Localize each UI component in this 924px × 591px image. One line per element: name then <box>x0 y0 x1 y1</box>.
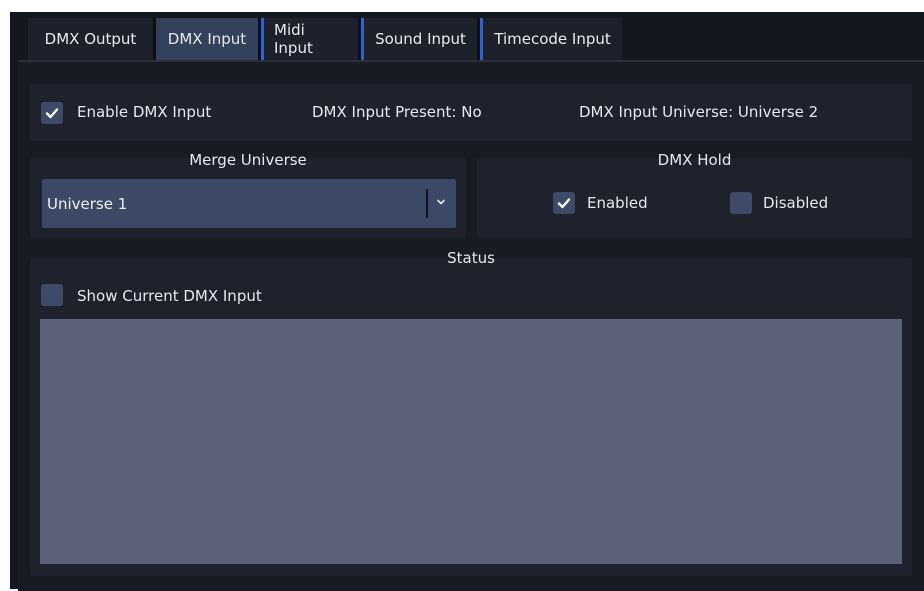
dmx-hold-disabled-label[interactable]: Disabled <box>763 194 828 212</box>
dmx-input-universe-text: DMX Input Universe: Universe 2 <box>579 103 819 121</box>
chevron-down-icon <box>437 199 445 205</box>
dmx-hold-enabled-label[interactable]: Enabled <box>587 194 648 212</box>
status-group: Status Show Current DMX Input <box>30 249 912 576</box>
enable-row: Enable DMX Input DMX Input Present: No D… <box>30 84 912 141</box>
dmx-hold-enabled-checkbox[interactable] <box>553 192 575 214</box>
dmx-hold-title: DMX Hold <box>657 151 732 169</box>
merge-universe-title: Merge Universe <box>189 151 307 169</box>
dmx-hold-group: DMX Hold Enabled Disabled <box>477 151 912 238</box>
merge-universe-value: Universe 1 <box>47 195 128 213</box>
combo-separator <box>426 189 428 218</box>
enable-dmx-input-label[interactable]: Enable DMX Input <box>77 103 211 121</box>
enable-dmx-input-checkbox[interactable] <box>41 102 63 124</box>
check-icon <box>45 108 59 119</box>
dmx-input-present-text: DMX Input Present: No <box>312 103 482 121</box>
check-icon <box>557 198 571 209</box>
dmx-hold-disabled-checkbox[interactable] <box>730 192 752 214</box>
show-current-dmx-input-label[interactable]: Show Current DMX Input <box>77 287 262 305</box>
merge-universe-select[interactable]: Universe 1 <box>42 179 456 228</box>
status-title: Status <box>447 249 495 267</box>
dmx-input-display <box>40 319 902 564</box>
merge-universe-group: Merge Universe Universe 1 <box>30 151 466 238</box>
show-current-dmx-input-checkbox[interactable] <box>41 284 63 306</box>
dmx-input-panel: Enable DMX Input DMX Input Present: No D… <box>0 0 924 591</box>
